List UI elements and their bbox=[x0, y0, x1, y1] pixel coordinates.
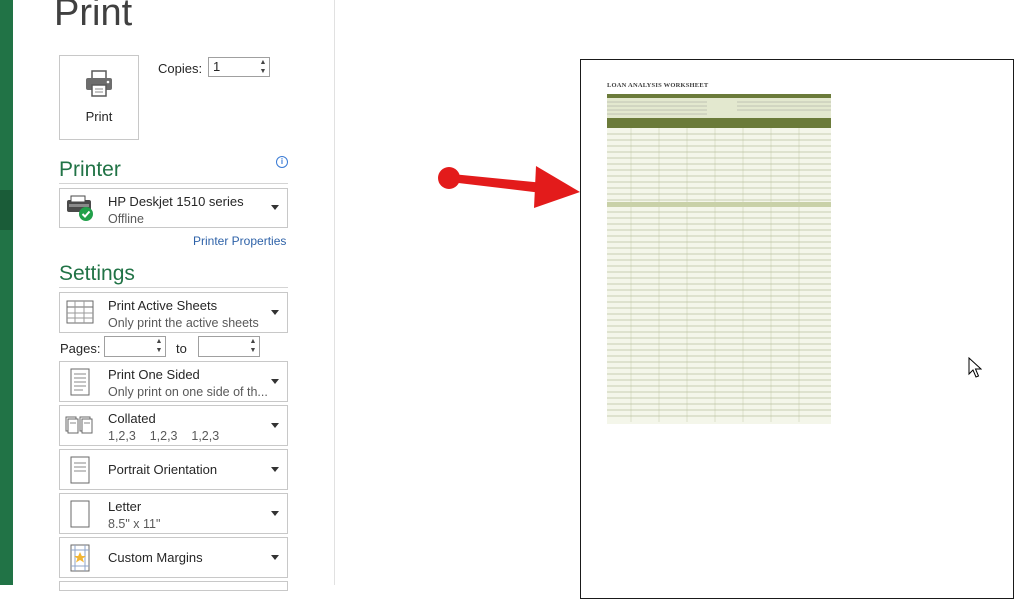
printer-dropdown[interactable]: HP Deskjet 1510 series Offline bbox=[59, 188, 288, 228]
worksheet-preview: LOAN ANALYSIS WORKSHEET bbox=[607, 82, 831, 429]
chevron-down-icon bbox=[271, 378, 279, 384]
collated-pages-icon bbox=[65, 416, 93, 434]
pages-to-up-icon[interactable]: ▲ bbox=[249, 338, 257, 346]
pages-to-input[interactable]: ▲ ▼ bbox=[198, 336, 260, 357]
printer-properties-link[interactable]: Printer Properties bbox=[193, 234, 286, 248]
pages-label: Pages: bbox=[60, 341, 101, 356]
collation-description: 1,2,3 1,2,3 1,2,3 bbox=[108, 429, 220, 443]
pages-to-label: to bbox=[176, 341, 187, 356]
pages-from-input[interactable]: ▲ ▼ bbox=[104, 336, 166, 357]
orientation-dropdown[interactable]: Portrait Orientation bbox=[59, 449, 288, 490]
print-what-dropdown[interactable]: Print Active Sheets Only print the activ… bbox=[59, 292, 288, 333]
chevron-down-icon bbox=[271, 466, 279, 472]
nav-selection-marker bbox=[0, 190, 13, 230]
custom-margins-icon bbox=[70, 544, 90, 572]
one-sided-page-icon bbox=[70, 368, 90, 396]
margins-label: Custom Margins bbox=[108, 550, 203, 565]
chevron-down-icon bbox=[271, 554, 279, 560]
paper-size-dropdown[interactable]: Letter 8.5" x 11" bbox=[59, 493, 288, 534]
printer-icon bbox=[86, 70, 112, 97]
sides-dropdown[interactable]: Print One Sided Only print on one side o… bbox=[59, 361, 288, 402]
mouse-pointer-icon bbox=[968, 356, 983, 384]
chevron-down-icon bbox=[271, 309, 279, 315]
copies-stepper[interactable]: 1 ▲ ▼ bbox=[208, 57, 270, 77]
paper-size-description: 8.5" x 11" bbox=[108, 517, 161, 531]
letter-page-icon bbox=[70, 500, 90, 528]
info-icon[interactable]: i bbox=[276, 156, 288, 168]
collation-label: Collated bbox=[108, 411, 156, 426]
page-title: Print bbox=[54, 0, 133, 34]
pages-from-up-icon[interactable]: ▲ bbox=[155, 338, 163, 346]
copies-value: 1 bbox=[213, 59, 221, 74]
print-what-description: Only print the active sheets bbox=[108, 316, 259, 330]
sides-description: Only print on one side of th... bbox=[108, 385, 268, 399]
margins-dropdown[interactable]: Custom Margins bbox=[59, 537, 288, 578]
chevron-down-icon bbox=[271, 205, 279, 210]
copies-up-icon[interactable]: ▲ bbox=[259, 59, 267, 67]
print-button-label: Print bbox=[85, 109, 113, 124]
collation-dropdown[interactable]: Collated 1,2,3 1,2,3 1,2,3 bbox=[59, 405, 288, 446]
backstage-nav-strip bbox=[0, 0, 13, 585]
chevron-down-icon bbox=[271, 510, 279, 516]
sheets-icon bbox=[66, 300, 94, 324]
print-preview-page: LOAN ANALYSIS WORKSHEET bbox=[580, 59, 1014, 599]
settings-divider bbox=[59, 287, 288, 288]
copies-down-icon[interactable]: ▼ bbox=[259, 68, 267, 76]
pages-from-down-icon[interactable]: ▼ bbox=[155, 347, 163, 355]
chevron-down-icon bbox=[271, 422, 279, 428]
pane-divider bbox=[334, 0, 335, 585]
copies-label: Copies: bbox=[158, 61, 203, 76]
sides-label: Print One Sided bbox=[108, 367, 200, 382]
print-button[interactable]: Print bbox=[59, 55, 139, 140]
pages-to-down-icon[interactable]: ▼ bbox=[249, 347, 257, 355]
settings-section-title: Settings bbox=[59, 262, 135, 285]
print-what-label: Print Active Sheets bbox=[108, 298, 218, 313]
paper-size-label: Letter bbox=[108, 499, 142, 514]
orientation-label: Portrait Orientation bbox=[108, 462, 218, 477]
annotation-arrow bbox=[432, 160, 582, 215]
loan-table-preview bbox=[607, 94, 831, 424]
worksheet-title: LOAN ANALYSIS WORKSHEET bbox=[607, 82, 709, 89]
printer-divider bbox=[59, 183, 288, 184]
printer-status: Offline bbox=[108, 212, 144, 226]
printer-ready-icon bbox=[67, 195, 93, 221]
portrait-page-icon bbox=[70, 456, 90, 484]
printer-section-title: Printer bbox=[59, 158, 121, 181]
printer-name: HP Deskjet 1510 series bbox=[108, 194, 244, 209]
scaling-dropdown[interactable] bbox=[59, 581, 288, 591]
